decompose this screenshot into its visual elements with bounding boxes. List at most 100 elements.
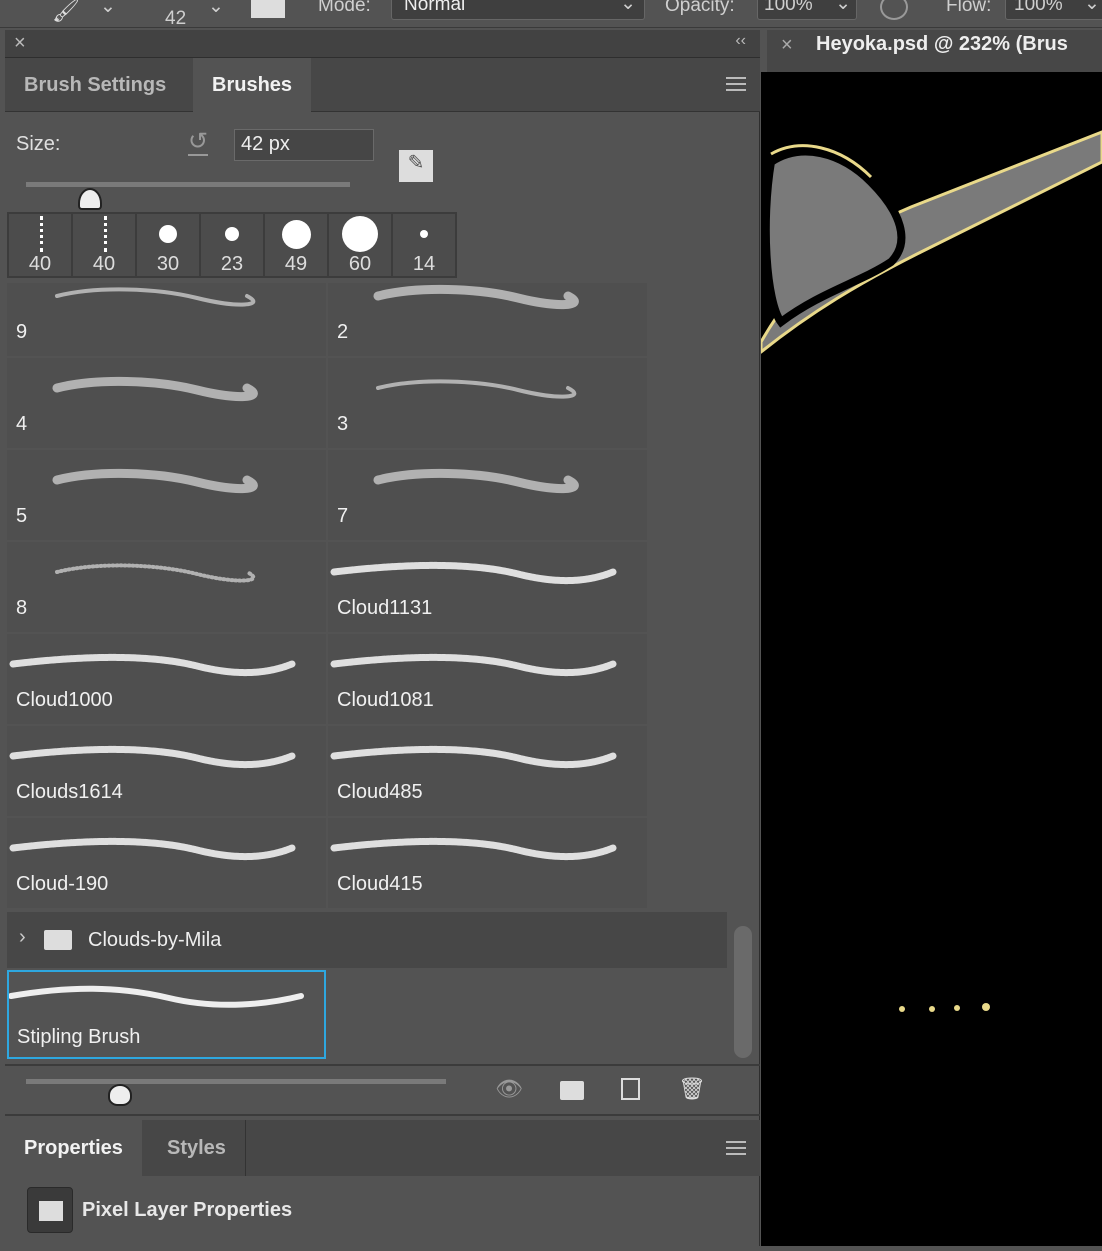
- tab-brush-settings[interactable]: Brush Settings: [5, 58, 185, 112]
- brush-name: 3: [337, 413, 349, 435]
- chevron-down-icon[interactable]: ⌄: [100, 0, 116, 18]
- folder-name: Clouds-by-Mila: [88, 929, 222, 951]
- close-icon[interactable]: ×: [14, 32, 26, 55]
- properties-title: Pixel Layer Properties: [82, 1199, 293, 1221]
- brush-stroke-preview: [9, 653, 296, 676]
- brush-panel-toggle-icon[interactable]: [251, 0, 285, 18]
- round-tip-icon: [420, 230, 428, 238]
- brush-item-selected[interactable]: Stipling Brush: [7, 970, 326, 1059]
- size-slider[interactable]: [26, 182, 350, 187]
- tip-size: 40: [28, 253, 52, 275]
- panel-menu-icon[interactable]: [726, 77, 746, 91]
- tab-brushes[interactable]: Brushes: [193, 58, 312, 112]
- tab-styles[interactable]: Styles: [148, 1120, 246, 1176]
- brush-size-readout[interactable]: 42: [165, 8, 186, 30]
- round-tip-icon: [281, 219, 311, 249]
- brush-item[interactable]: 5: [7, 450, 326, 540]
- chevron-right-icon[interactable]: ›: [19, 926, 26, 949]
- brush-stroke-preview: [9, 745, 296, 768]
- brush-item[interactable]: 7: [328, 450, 647, 540]
- opacity-label: Opacity:: [665, 0, 735, 16]
- brush-tip[interactable]: 49: [265, 214, 329, 276]
- preview-size-slider[interactable]: [26, 1079, 446, 1084]
- brush-item[interactable]: Cloud485: [328, 726, 647, 816]
- brush-stroke-preview: [373, 284, 579, 309]
- tip-size: 30: [156, 253, 180, 275]
- brush-tool-icon[interactable]: 🖌︎: [52, 0, 80, 24]
- brush-item[interactable]: 4: [7, 358, 326, 448]
- brush-stroke-preview: [55, 563, 256, 583]
- brush-item[interactable]: Clouds1614: [7, 726, 326, 816]
- pressure-opacity-icon[interactable]: [880, 0, 908, 20]
- brush-stroke-preview: [55, 287, 256, 307]
- collapse-icon[interactable]: ‹‹: [735, 32, 746, 50]
- brush-settings-icon[interactable]: ✎: [399, 150, 433, 182]
- panel-header: × ‹‹: [5, 30, 760, 58]
- size-input[interactable]: 42 px: [234, 129, 374, 161]
- brush-tip[interactable]: 23: [201, 214, 265, 276]
- properties-tabs: Properties Styles: [5, 1120, 760, 1176]
- brush-item[interactable]: Cloud415: [328, 818, 647, 908]
- close-icon[interactable]: ×: [781, 34, 793, 57]
- brush-name: 2: [337, 321, 349, 343]
- brush-tip[interactable]: 30: [137, 214, 201, 276]
- round-tip-icon: [225, 227, 239, 241]
- brush-name: Cloud415: [337, 873, 423, 895]
- brush-folder[interactable]: › Clouds-by-Mila: [7, 912, 727, 968]
- new-brush-icon[interactable]: [621, 1078, 640, 1100]
- brush-item[interactable]: Cloud1131: [328, 542, 647, 632]
- brush-name: Cloud1131: [337, 597, 433, 619]
- brush-name: 8: [16, 597, 28, 619]
- brush-stroke-preview: [9, 837, 296, 860]
- tip-size: 23: [220, 253, 244, 275]
- brush-item[interactable]: Cloud1081: [328, 634, 647, 724]
- opacity-field[interactable]: 100% ⌄: [757, 0, 857, 20]
- brush-name: Clouds1614: [16, 781, 123, 803]
- brush-name: Cloud1081: [337, 689, 434, 711]
- brush-item[interactable]: 9: [7, 283, 326, 356]
- brush-item[interactable]: Cloud1000: [7, 634, 326, 724]
- new-group-icon[interactable]: [560, 1081, 584, 1100]
- brush-tip[interactable]: 14: [393, 214, 455, 276]
- preview-slider-handle[interactable]: [108, 1084, 132, 1106]
- size-label: Size:: [16, 133, 61, 155]
- brush-name: Cloud485: [337, 781, 423, 803]
- flow-label: Flow:: [946, 0, 992, 16]
- toggle-preview-icon[interactable]: 👁︎: [495, 1076, 523, 1102]
- tip-size: 60: [348, 253, 372, 275]
- scrollbar[interactable]: [734, 926, 752, 1058]
- brush-stroke-preview: [330, 837, 617, 860]
- folder-icon: [44, 930, 72, 950]
- brush-tip[interactable]: 40: [73, 214, 137, 276]
- brush-name: 9: [16, 321, 28, 343]
- brush-item[interactable]: 8: [7, 542, 326, 632]
- brush-name: Cloud-190: [16, 873, 109, 895]
- document-tab[interactable]: × Heyoka.psd @ 232% (Brus: [767, 30, 1102, 72]
- reset-size-icon[interactable]: ↺: [188, 130, 209, 156]
- trash-icon[interactable]: 🗑︎: [678, 1076, 706, 1102]
- mode-label: Mode:: [318, 0, 371, 16]
- flow-field[interactable]: 100% ⌄: [1005, 0, 1102, 20]
- scatter-tip-icon: [40, 216, 43, 252]
- brush-name: Stipling Brush: [17, 1026, 141, 1048]
- tip-size: 40: [92, 253, 116, 275]
- brush-grid: 9 2 4 3 5 7 8 Cloud1131 Cloud1000 Cloud1081 Clouds…: [7, 283, 649, 910]
- brush-stroke-preview: [330, 745, 617, 768]
- chevron-down-icon[interactable]: ⌄: [208, 0, 224, 18]
- mode-select[interactable]: Normal ⌄: [391, 0, 645, 20]
- document-title: Heyoka.psd @ 232% (Brus: [816, 33, 1068, 55]
- tab-properties[interactable]: Properties: [5, 1120, 142, 1176]
- brush-tip[interactable]: 40: [9, 214, 73, 276]
- brush-stroke-preview: [330, 561, 617, 584]
- brush-item[interactable]: Cloud-190: [7, 818, 326, 908]
- brushes-footer: 👁︎ 🗑︎: [5, 1064, 760, 1116]
- brush-item[interactable]: 3: [328, 358, 647, 448]
- brush-name: 4: [16, 413, 28, 435]
- pixel-layer-icon: [27, 1187, 73, 1233]
- brush-tip[interactable]: 60: [329, 214, 393, 276]
- brush-stroke-preview: [8, 985, 304, 1008]
- brush-name: 5: [16, 505, 28, 527]
- panel-menu-icon[interactable]: [726, 1141, 746, 1155]
- brush-item[interactable]: 2: [328, 283, 647, 356]
- canvas[interactable]: [759, 72, 1102, 1246]
